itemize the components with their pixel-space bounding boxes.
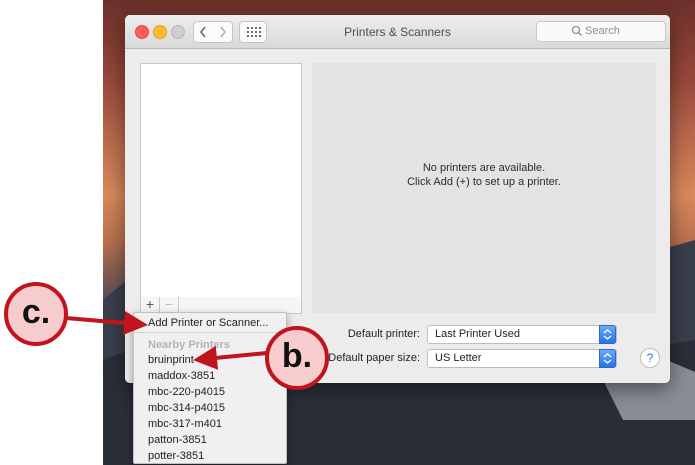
arrow-to-add-item	[65, 311, 148, 335]
arrow-to-bruinprint	[193, 345, 268, 370]
callout-c: c.	[4, 282, 68, 346]
callout-b: b.	[265, 326, 329, 390]
annotation-arrows	[65, 311, 268, 370]
